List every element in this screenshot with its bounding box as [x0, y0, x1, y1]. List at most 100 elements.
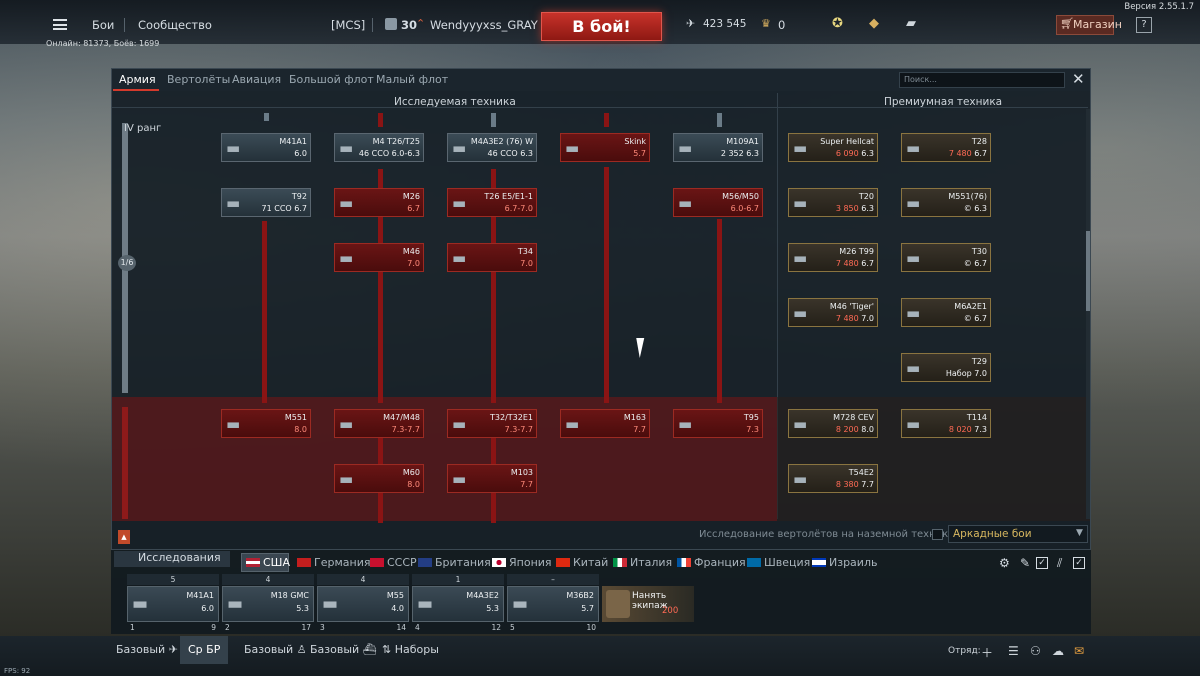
nation-sweden[interactable]: Швеция — [747, 556, 810, 569]
gear-icon[interactable]: ⚙ — [999, 556, 1010, 570]
tab-basic-naval[interactable]: Базовый ⛴ — [302, 636, 385, 664]
vehicle-card[interactable]: ▬ M551 8.0 — [221, 409, 311, 438]
crew-slot[interactable]: ▬ M36B2 5.7 — [507, 586, 599, 622]
nation-britain[interactable]: Британия — [418, 556, 491, 569]
tab-bluewater-fleet[interactable]: Большой флот — [289, 73, 374, 86]
tank-icon: ▬ — [906, 359, 921, 377]
nation-germany[interactable]: Германия — [297, 556, 370, 569]
clan-tag[interactable]: [MCS] — [331, 18, 365, 32]
tab-basic-aviation[interactable]: Базовый ✈ — [108, 636, 186, 664]
tank-icon: ▬ — [452, 194, 467, 212]
close-icon[interactable]: ✕ — [1072, 70, 1085, 88]
premium-vehicle-card[interactable]: ▬ M46 'Tiger' 7 480 7.0 — [788, 298, 878, 327]
vehicle-card[interactable]: ▬ M4A3E2 (76) W 46 ССО 6.3 — [447, 133, 537, 162]
vehicle-card[interactable]: ▬ T32/T32E1 7.3-7.7 — [447, 409, 537, 438]
crew-slot[interactable]: ▬ M41A1 6.0 — [127, 586, 219, 622]
premium-vehicle-card[interactable]: ▬ T54E2 8 380 7.7 — [788, 464, 878, 493]
tank-icon: ▬ — [132, 594, 149, 614]
premium-vehicle-card[interactable]: ▬ Super Hellcat 6 090 6.3 — [788, 133, 878, 162]
vehicle-br-value: 7.7 — [861, 480, 874, 489]
help-button[interactable]: ? — [1136, 17, 1152, 33]
premium-vehicle-card[interactable]: ▬ M26 T99 7 480 6.7 — [788, 243, 878, 272]
nation-china[interactable]: Китай — [556, 556, 608, 569]
vehicle-card[interactable]: ▬ T26 E5/E1-1 6.7-7.0 — [447, 188, 537, 217]
vehicle-card[interactable]: ▬ T95 7.3 — [673, 409, 763, 438]
premium-vehicle-card[interactable]: ▬ T28 7 480 6.7 — [901, 133, 991, 162]
chat-icon[interactable]: ☁ — [1052, 644, 1064, 658]
to-battle-button[interactable]: В бой! — [541, 12, 662, 41]
hamburger-icon[interactable] — [53, 19, 67, 30]
contacts-icon[interactable]: ⚇ — [1030, 644, 1041, 658]
premium-vehicle-card[interactable]: ▬ T114 8 020 7.3 — [901, 409, 991, 438]
battles-menu[interactable]: Бои — [92, 18, 114, 32]
lightbulb-icon[interactable]: ✪ — [832, 16, 843, 31]
vehicle-card[interactable]: ▬ T92 71 ССО 6.7 — [221, 188, 311, 217]
vehicle-card[interactable]: ▬ M26 6.7 — [334, 188, 424, 217]
tab-packs[interactable]: ⇅ Наборы — [374, 636, 447, 664]
checkbox-icon[interactable]: ✓ — [1073, 557, 1085, 569]
premium-vehicle-card[interactable]: ▬ T20 3 850 6.3 — [788, 188, 878, 217]
heli-research-checkbox[interactable] — [932, 529, 943, 540]
nation-label: Италия — [630, 556, 673, 569]
vehicle-name: M47/M48 — [383, 413, 420, 422]
premium-vehicle-card[interactable]: ▬ T30 © 6.7 — [901, 243, 991, 272]
wrench-icon[interactable]: ✎ — [1020, 556, 1030, 570]
premium-vehicle-card[interactable]: ▬ M728 CEV 8 200 8.0 — [788, 409, 878, 438]
ticket-icon[interactable]: ▰ — [906, 16, 916, 31]
vehicle-br: 6.0 — [294, 149, 307, 158]
vehicle-card[interactable]: ▬ Skink 5.7 — [560, 133, 650, 162]
ammo-icon[interactable]: ⫽ — [1057, 556, 1062, 571]
list-icon[interactable]: ☰ — [1008, 644, 1019, 658]
tab-average-br[interactable]: Ср БР — [180, 636, 229, 664]
username[interactable]: Wendyyyxss_GRAY — [430, 18, 538, 32]
vehicle-card[interactable]: ▬ M4 T26/T25 46 ССО 6.0-6.3 — [334, 133, 424, 162]
tab-army[interactable]: Армия — [119, 73, 156, 86]
crew-slot[interactable]: ▬ M4A3E2 5.3 — [412, 586, 504, 622]
profile-icon[interactable] — [385, 18, 397, 30]
premium-vehicle-card[interactable]: ▬ M551(76) © 6.3 — [901, 188, 991, 217]
checkbox-icon[interactable]: ✓ — [1036, 557, 1048, 569]
nation-usa[interactable]: США — [246, 556, 290, 569]
nation-italy[interactable]: Италия — [613, 556, 672, 569]
tank-icon: ▬ — [322, 594, 339, 614]
vehicle-card[interactable]: ▬ M109A1 2 352 6.3 — [673, 133, 763, 162]
warbond-icon[interactable]: ◆ — [869, 16, 879, 31]
add-icon[interactable]: ＋ — [981, 644, 993, 661]
nation-ussr[interactable]: СССР — [370, 556, 417, 569]
mail-icon[interactable]: ✉ — [1074, 644, 1084, 658]
hire-crew-button[interactable]: Нанять экипаж 200 — [602, 586, 694, 622]
research-tab[interactable]: Исследования — [114, 551, 230, 567]
scrollbar-thumb[interactable] — [1086, 231, 1090, 311]
premium-vehicle-card[interactable]: ▬ M6A2E1 © 6.7 — [901, 298, 991, 327]
tab-coastal-fleet[interactable]: Малый флот — [376, 73, 448, 86]
vehicle-card[interactable]: ▬ M60 8.0 — [334, 464, 424, 493]
vehicle-name: M551(76) — [948, 192, 987, 201]
slot-number: 2 — [225, 623, 230, 632]
game-mode-select[interactable]: Аркадные бои — [948, 525, 1088, 543]
vehicle-name: T54E2 — [848, 468, 874, 477]
vehicle-card[interactable]: ▬ M56/M50 6.0-6.7 — [673, 188, 763, 217]
vehicle-card[interactable]: ▬ M47/M48 7.3-7.7 — [334, 409, 424, 438]
premium-vehicle-card[interactable]: ▬ T29 Набор 7.0 — [901, 353, 991, 382]
nation-israel[interactable]: Израиль — [812, 556, 877, 569]
tab-helicopters[interactable]: Вертолёты — [167, 73, 230, 86]
vehicle-card[interactable]: ▬ M46 7.0 — [334, 243, 424, 272]
community-menu[interactable]: Сообщество — [138, 18, 212, 32]
vehicle-br: 7.7 — [633, 425, 646, 434]
vehicle-card[interactable]: ▬ T34 7.0 — [447, 243, 537, 272]
tech-tree-panel: Армия Вертолёты Авиация Большой флот Мал… — [111, 68, 1091, 550]
tab-aviation[interactable]: Авиация — [232, 73, 281, 86]
tree-scrollbar[interactable] — [1086, 109, 1090, 519]
golden-eagles-amount[interactable]: 0 — [778, 18, 785, 32]
nation-japan[interactable]: Япония — [492, 556, 552, 569]
vehicle-card[interactable]: ▬ M103 7.7 — [447, 464, 537, 493]
crew-slot[interactable]: ▬ M55 4.0 — [317, 586, 409, 622]
vehicle-card[interactable]: ▬ M41A1 6.0 — [221, 133, 311, 162]
crew-slot[interactable]: ▬ M18 GMC 5.3 — [222, 586, 314, 622]
search-input[interactable]: Поиск... — [899, 72, 1065, 88]
nation-france[interactable]: Франция — [677, 556, 746, 569]
vehicle-card[interactable]: ▬ M163 7.7 — [560, 409, 650, 438]
silver-amount[interactable]: 423 545 — [703, 18, 746, 30]
rank-icon: ⌃ — [416, 17, 426, 30]
slot-header: 1 — [412, 574, 504, 585]
